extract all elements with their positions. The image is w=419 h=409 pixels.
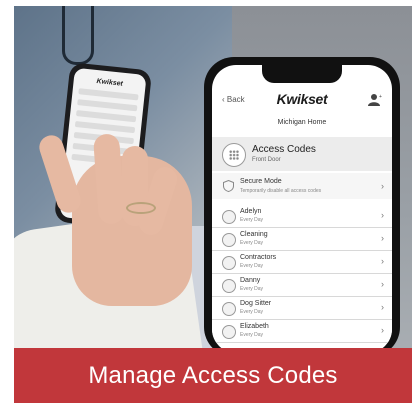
lifestyle-photo: Kwikset ‹ Back Kwikset + Michigan Home A… (14, 6, 412, 348)
chevron-right-icon: › (381, 210, 384, 220)
phone-screen: ‹ Back Kwikset + Michigan Home Access Co… (212, 65, 392, 348)
caption-text: Manage Access Codes (88, 362, 338, 389)
code-row-contractors[interactable]: Contractors Every Day › (212, 251, 392, 274)
back-phone-row (78, 88, 139, 101)
chevron-right-icon: › (381, 325, 384, 335)
section-title: Access Codes (252, 144, 316, 155)
nav-bar: ‹ Back Kwikset + (212, 91, 392, 113)
code-schedule: Every Day (240, 309, 264, 315)
code-schedule: Every Day (240, 217, 264, 223)
chevron-right-icon: › (381, 256, 384, 266)
code-row-dog-sitter[interactable]: Dog Sitter Every Day › (212, 297, 392, 320)
code-name: Elizabeth (240, 323, 269, 330)
access-codes-header: Access Codes Front Door (212, 137, 392, 171)
code-name: Adelyn (240, 208, 262, 215)
code-name: Dog Sitter (240, 300, 272, 307)
code-row-cleaning[interactable]: Cleaning Every Day › (212, 228, 392, 251)
code-schedule: Every Day (240, 240, 264, 246)
code-row-danny[interactable]: Danny Every Day › (212, 274, 392, 297)
main-phone: ‹ Back Kwikset + Michigan Home Access Co… (204, 57, 400, 348)
shield-icon (223, 180, 234, 192)
person-icon (222, 210, 236, 224)
person-icon (222, 256, 236, 270)
phone-notch (262, 65, 342, 83)
code-schedule: Every Day (240, 332, 264, 338)
caption-banner: Manage Access Codes (14, 348, 412, 403)
ad-frame: Kwikset ‹ Back Kwikset + Michigan Home A… (0, 0, 419, 409)
chevron-right-icon: › (381, 279, 384, 289)
back-phone-row (74, 120, 136, 134)
back-phone-row (77, 99, 138, 112)
code-name: Cleaning (240, 231, 268, 238)
user-icon[interactable]: + (368, 93, 382, 107)
keypad-icon (222, 143, 246, 167)
cable (62, 6, 94, 65)
person-icon (222, 233, 236, 247)
code-name: Danny (240, 277, 261, 284)
chevron-right-icon: › (381, 233, 384, 243)
chevron-right-icon: › (381, 181, 384, 191)
back-button[interactable]: ‹ Back (222, 95, 245, 104)
back-phone-row (75, 110, 137, 123)
code-row-elizabeth[interactable]: Elizabeth Every Day › (212, 320, 392, 343)
chevron-right-icon: › (381, 302, 384, 312)
person-icon (222, 325, 236, 339)
code-schedule: Every Day (240, 286, 264, 292)
back-label: Back (226, 95, 245, 104)
person-icon (222, 279, 236, 293)
person-icon (222, 302, 236, 316)
ring-jewelry (126, 202, 156, 214)
secure-mode-sublabel: Temporarily disable all access codes (240, 188, 322, 194)
code-name: Contractors (240, 254, 277, 261)
brand-logo: Kwikset (276, 91, 328, 107)
svg-text:+: + (379, 94, 382, 100)
secure-mode-row[interactable]: Secure Mode Temporarily disable all acce… (212, 173, 392, 199)
section-subtitle: Front Door (252, 157, 281, 163)
code-row-adelyn[interactable]: Adelyn Every Day › (212, 205, 392, 228)
secure-mode-label: Secure Mode (240, 178, 282, 185)
home-name: Michigan Home (277, 119, 327, 126)
code-schedule: Every Day (240, 263, 264, 269)
